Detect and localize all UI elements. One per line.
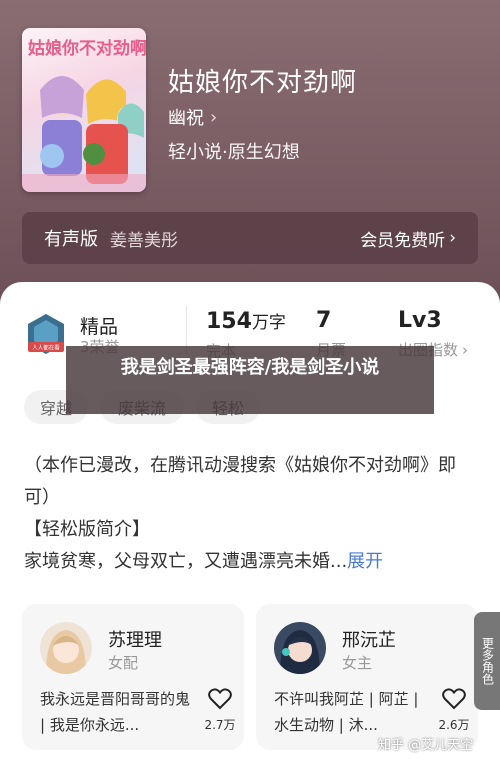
character-name: 苏理理 xyxy=(108,630,162,651)
cover-title-text: 姑娘你不对劲啊 xyxy=(28,38,146,59)
character-name: 邢沅芷 xyxy=(342,630,396,651)
cover-illustration: 姑娘你不对劲啊 xyxy=(22,38,146,192)
badge-text: 人人都在看 xyxy=(32,344,60,352)
free-listen-button[interactable]: 会员免费听 › xyxy=(360,226,456,251)
description-line: （本作已漫改，在腾讯动漫搜索《姑娘你不对劲啊》即可） xyxy=(24,455,456,508)
free-listen-label: 会员免费听 xyxy=(360,230,446,251)
audio-version-bar[interactable]: 有声版 姜善美彤 会员免费听 › xyxy=(22,212,478,264)
word-count-unit: 万字 xyxy=(251,313,286,333)
book-description[interactable]: （本作已漫改，在腾讯动漫搜索《姑娘你不对劲啊》即可） 【轻松版简介】 家境贫寒，… xyxy=(24,450,476,578)
word-count-value: 154 xyxy=(206,309,252,334)
more-characters-tab[interactable]: 更多角色 xyxy=(474,612,500,710)
book-title: 姑娘你不对劲啊 xyxy=(168,68,358,98)
source-watermark: 知乎 @艾儿天空 xyxy=(378,738,474,753)
character-card[interactable]: 邢沅芷 女主 不许叫我阿芷 | 阿芷 | 水生动物 | 沐... 2.6万 xyxy=(256,604,478,750)
author-link[interactable]: 幽祝 › xyxy=(168,104,217,130)
character-quote: 不许叫我阿芷 | 阿芷 | 水生动物 | 沐... xyxy=(274,690,419,734)
character-card[interactable]: 苏理理 女配 我永远是晋阳哥哥的鬼 | 我是你永远... 2.7万 xyxy=(22,604,244,750)
heart-icon xyxy=(442,688,466,710)
heart-icon xyxy=(208,688,232,710)
like-button[interactable]: 2.7万 xyxy=(202,688,238,733)
chevron-right-icon: › xyxy=(462,340,469,359)
character-role: 女配 xyxy=(108,654,139,672)
description-text: 家境贫寒，父母双亡，又遭遇漂亮未婚... xyxy=(24,551,348,572)
book-category: 轻小说·原生幻想 xyxy=(168,142,300,163)
character-avatar xyxy=(40,622,92,674)
watermark-banner: 我是剑圣最强阵容/我是剑圣小说 xyxy=(66,346,434,414)
book-cover[interactable]: 姑娘你不对劲啊 xyxy=(22,28,146,192)
rank-name: 精品 xyxy=(80,316,119,338)
chevron-right-icon: › xyxy=(210,106,218,128)
character-role: 女主 xyxy=(342,654,373,672)
character-quote: 我永远是晋阳哥哥的鬼 | 我是你永远... xyxy=(40,690,191,734)
like-count: 2.7万 xyxy=(204,718,236,732)
description-line: 家境贫寒，父母双亡，又遭遇漂亮未婚...展开 xyxy=(24,546,476,578)
expand-button[interactable]: 展开 xyxy=(347,551,383,572)
like-count: 2.6万 xyxy=(438,718,470,732)
audio-narrator: 姜善美彤 xyxy=(110,230,178,251)
popularity-level-value: Lv3 xyxy=(398,308,442,333)
audio-label: 有声版 xyxy=(44,229,98,250)
rank-badge-icon: 人人都在看 xyxy=(24,312,68,356)
chevron-right-icon: › xyxy=(449,228,456,248)
character-avatar xyxy=(274,622,326,674)
like-button[interactable]: 2.6万 xyxy=(436,688,472,733)
monthly-tickets-value: 7 xyxy=(316,308,332,333)
description-line: 【轻松版简介】 xyxy=(24,519,150,540)
author-name: 幽祝 xyxy=(168,108,204,129)
